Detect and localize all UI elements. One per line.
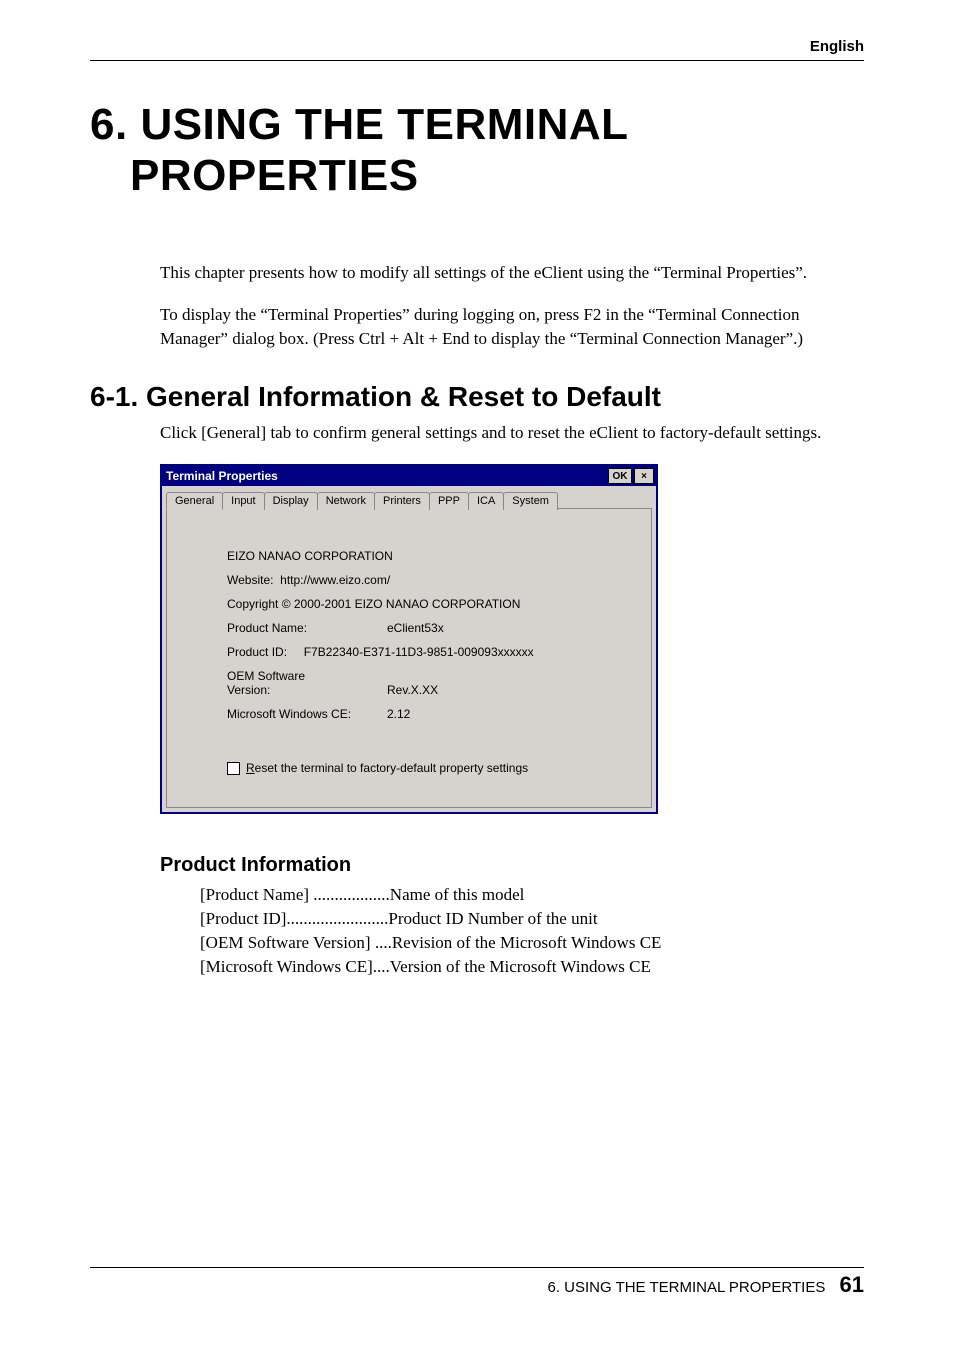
close-button[interactable]: × [634, 468, 654, 484]
intro-paragraph-2: To display the “Terminal Properties” dur… [160, 303, 864, 351]
footer-rule [90, 1267, 864, 1268]
tab-general[interactable]: General [166, 492, 223, 510]
chapter-title-line2: PROPERTIES [90, 151, 864, 202]
chapter-number: 6. [90, 100, 128, 149]
def-product-id: [Product ID]........................Prod… [200, 907, 864, 931]
dialog-title: Terminal Properties [166, 469, 606, 483]
tab-ppp[interactable]: PPP [429, 492, 469, 510]
reset-checkbox[interactable] [227, 762, 240, 775]
product-name-value: eClient53x [387, 621, 444, 635]
language-label: English [810, 38, 864, 55]
wince-value: 2.12 [387, 707, 410, 721]
product-id-value: F7B22340-E371-11D3-9851-009093xxxxxx [304, 645, 534, 659]
ok-button[interactable]: OK [608, 468, 632, 484]
intro-block: This chapter presents how to modify all … [160, 261, 864, 350]
tab-row: General Input Display Network Printers P… [162, 488, 656, 510]
product-name-label: Product Name: [227, 621, 387, 635]
company-name: EIZO NANAO CORPORATION [227, 549, 631, 563]
reset-label-rest: eset the terminal to factory-default pro… [255, 761, 528, 775]
website-row: Website: http://www.eizo.com/ [227, 573, 631, 587]
tab-display[interactable]: Display [264, 492, 318, 510]
tab-printers[interactable]: Printers [374, 492, 430, 510]
product-information-heading: Product Information [160, 854, 864, 877]
chapter-title: 6. USING THE TERMINAL PROPERTIES [90, 100, 864, 201]
section-description: Click [General] tab to confirm general s… [160, 421, 864, 445]
wince-row: Microsoft Windows CE: 2.12 [227, 707, 631, 721]
titlebar: Terminal Properties OK × [162, 466, 656, 486]
copyright: Copyright © 2000-2001 EIZO NANAO CORPORA… [227, 597, 631, 611]
def-wince: [Microsoft Windows CE]....Version of the… [200, 955, 864, 979]
tab-system[interactable]: System [503, 492, 558, 510]
chapter-title-line1: USING THE TERMINAL [140, 100, 628, 149]
section-heading: 6-1. General Information & Reset to Defa… [90, 381, 864, 413]
oem-version-label: OEM Software Version: [227, 669, 387, 697]
tab-network[interactable]: Network [317, 492, 375, 510]
website-value: http://www.eizo.com/ [280, 573, 390, 587]
top-rule [90, 60, 864, 61]
terminal-properties-dialog: Terminal Properties OK × General Input D… [160, 464, 658, 814]
definition-list: [Product Name] ..................Name of… [200, 883, 864, 978]
oem-label-line1: OEM Software [227, 669, 305, 683]
wince-label: Microsoft Windows CE: [227, 707, 387, 721]
page-number: 61 [840, 1272, 864, 1297]
oem-label-line2: Version: [227, 683, 270, 697]
oem-version-row: OEM Software Version: Rev.X.XX [227, 669, 631, 697]
intro-paragraph-1: This chapter presents how to modify all … [160, 261, 864, 285]
tab-input[interactable]: Input [222, 492, 264, 510]
def-oem-version: [OEM Software Version] ....Revision of t… [200, 931, 864, 955]
reset-label: Reset the terminal to factory-default pr… [246, 761, 528, 775]
def-product-name: [Product Name] ..................Name of… [200, 883, 864, 907]
reset-mnemonic: R [246, 761, 255, 775]
product-name-row: Product Name: eClient53x [227, 621, 631, 635]
footer: 6. USING THE TERMINAL PROPERTIES 61 [547, 1272, 864, 1298]
tab-panel-general: EIZO NANAO CORPORATION Website: http://w… [166, 508, 652, 808]
reset-checkbox-row[interactable]: Reset the terminal to factory-default pr… [227, 761, 631, 775]
website-label: Website: [227, 573, 273, 587]
footer-text: 6. USING THE TERMINAL PROPERTIES [547, 1279, 825, 1296]
oem-version-value: Rev.X.XX [387, 683, 438, 697]
product-id-label: Product ID: [227, 645, 287, 659]
tab-ica[interactable]: ICA [468, 492, 504, 510]
product-id-row: Product ID: F7B22340-E371-11D3-9851-0090… [227, 645, 631, 659]
